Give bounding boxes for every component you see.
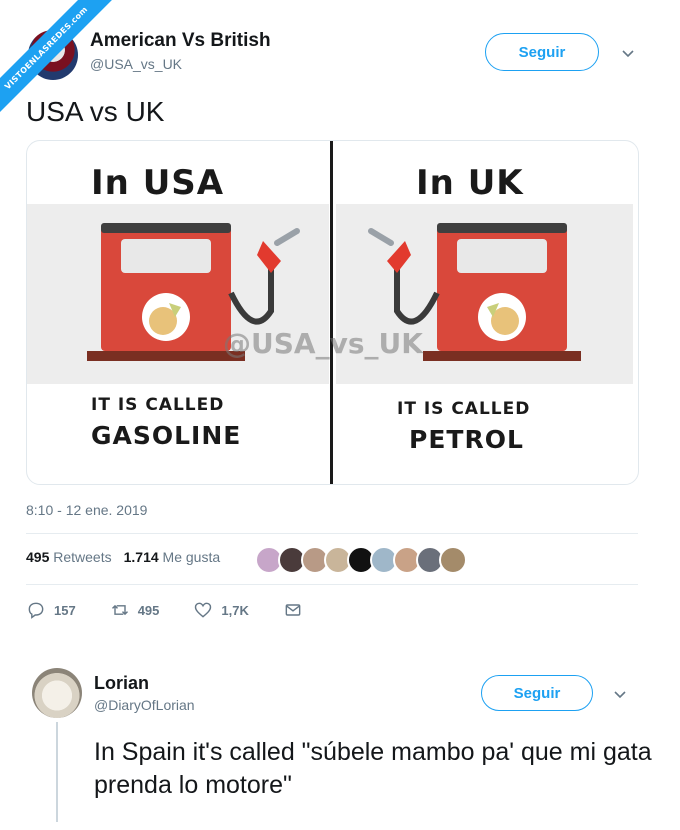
reply-count: 157 [54,602,76,618]
chevron-down-icon[interactable] [620,45,636,61]
image-watermark: @USA_vs_UK [223,327,423,360]
liker-avatar[interactable] [439,546,467,574]
tweet-image[interactable]: In USA In UK @USA_vs_UK IT IS CALLED GAS… [26,140,639,485]
direct-message-button[interactable] [283,600,303,620]
like-count: 1,7K [221,602,249,618]
tweet-text: USA vs UK [26,96,165,127]
heart-icon [195,602,212,618]
reply-text: In Spain it's called "súbele mambo pa' q… [94,738,652,799]
divider [26,533,638,534]
divider [26,584,638,585]
retweet-icon [111,604,128,616]
author-name[interactable]: American Vs British [90,30,271,52]
tweet-actions: 157 495 1,7K [26,600,337,620]
reply-author-name[interactable]: Lorian [94,673,149,694]
author-handle[interactable]: @USA_vs_UK [90,56,182,72]
left-fuel-name: GASOLINE [91,421,242,450]
left-called-label: IT IS CALLED [91,395,225,415]
like-button[interactable]: 1,7K [193,600,249,620]
image-divider [330,141,333,484]
likes-stat[interactable]: 1.714 Me gusta [124,549,221,565]
tweet-timestamp[interactable]: 8:10 - 12 ene. 2019 [26,502,147,518]
reply-follow-button[interactable]: Seguir [481,675,593,711]
tweet-stats: 495 Retweets 1.714 Me gusta [26,549,220,565]
reply-icon [28,602,44,619]
reply-author-handle[interactable]: @DiaryOfLorian [94,697,195,713]
right-fuel-name: PETROL [409,425,524,454]
thread-line [56,722,58,822]
retweet-count: 495 [137,602,160,618]
liker-avatars [255,546,467,574]
follow-button[interactable]: Seguir [485,33,599,71]
right-called-label: IT IS CALLED [397,399,531,419]
reply-button[interactable]: 157 [26,600,76,620]
retweets-stat[interactable]: 495 Retweets [26,549,112,565]
chevron-down-icon[interactable] [612,686,628,702]
right-panel-title: In UK [416,163,524,203]
left-panel-title: In USA [91,163,225,203]
reply-author-avatar[interactable] [32,668,82,718]
envelope-icon [285,604,301,616]
retweet-button[interactable]: 495 [110,600,160,620]
